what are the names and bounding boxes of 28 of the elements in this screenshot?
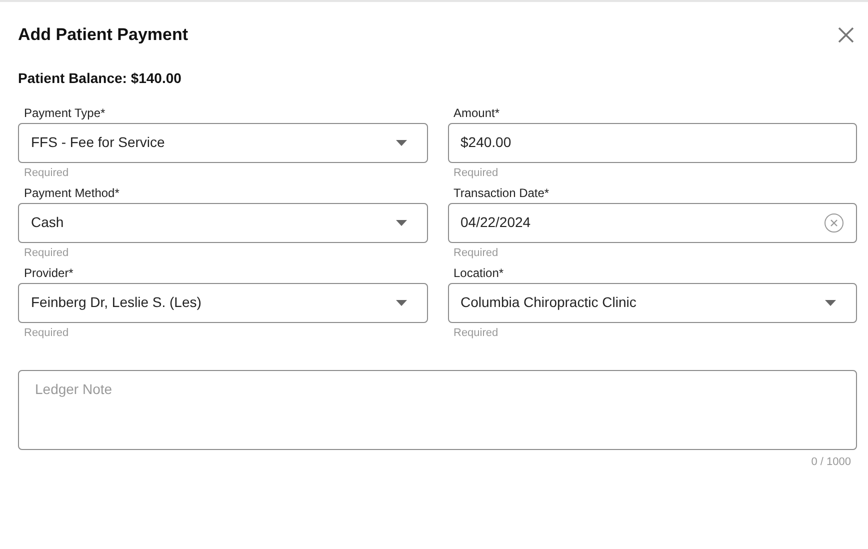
dialog-title: Add Patient Payment bbox=[18, 24, 188, 46]
caret-icon bbox=[825, 300, 836, 306]
date-field[interactable]: 04/22/2024 bbox=[448, 202, 857, 242]
field-label: Location* bbox=[452, 264, 505, 282]
field-hint: Required bbox=[23, 166, 70, 180]
character-counter: 0 / 1000 bbox=[811, 454, 851, 470]
caret-icon bbox=[396, 300, 406, 306]
field-label: Payment Type* bbox=[23, 104, 106, 122]
field-hint: Required bbox=[452, 246, 500, 260]
field-hint: Required bbox=[23, 246, 70, 260]
select-field[interactable]: FFS - Fee for Service bbox=[18, 122, 428, 162]
field-label: Amount* bbox=[452, 104, 501, 122]
ledger-note-field[interactable]: Ledger Note bbox=[18, 370, 857, 450]
field-label: Transaction Date* bbox=[452, 184, 550, 202]
field-hint: Required bbox=[452, 326, 500, 340]
patient-balance: Patient Balance: $140.00 bbox=[17, 68, 182, 88]
select-field[interactable]: Cash bbox=[18, 202, 428, 242]
caret-icon bbox=[396, 220, 406, 226]
caret-icon bbox=[396, 140, 406, 146]
select-field[interactable]: Columbia Chiropractic Clinic bbox=[448, 282, 857, 322]
field-hint: Required bbox=[452, 166, 500, 180]
select-field[interactable]: Feinberg Dr, Leslie S. (Les) bbox=[18, 282, 428, 322]
clear-icon[interactable] bbox=[824, 212, 844, 232]
close-icon[interactable] bbox=[838, 26, 854, 43]
amount-field[interactable]: $240.00 bbox=[448, 122, 857, 162]
field-label: Provider* bbox=[23, 264, 74, 282]
field-label: Payment Method* bbox=[23, 184, 120, 202]
field-hint: Required bbox=[23, 326, 70, 340]
